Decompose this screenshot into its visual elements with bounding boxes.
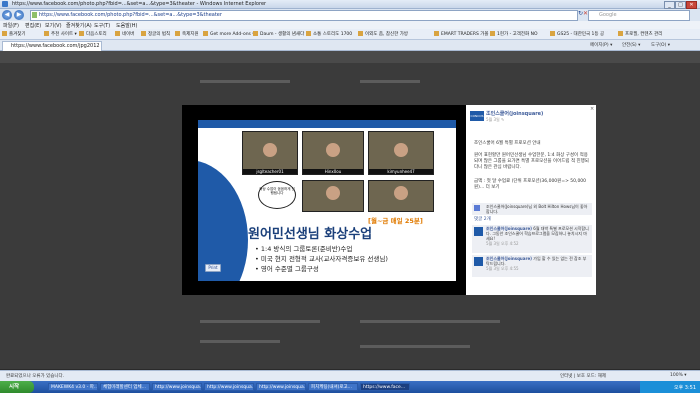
comment-item: 조인스쿨어(Joinsquare) 6월 대박 특별 프로모션 시작합니다. 그… xyxy=(472,225,592,253)
close-button[interactable]: ✕ xyxy=(686,1,697,9)
favorite-link[interactable]: 축제지원 xyxy=(175,31,199,37)
close-viewer-icon[interactable]: × xyxy=(590,106,594,112)
maximize-button[interactable]: □ xyxy=(675,1,686,9)
tools-menu[interactable]: 도구(O) ▾ xyxy=(651,42,670,48)
background-text xyxy=(360,80,420,83)
clock[interactable]: 오후 3:51 xyxy=(674,384,696,391)
page-avatar[interactable]: CONCOS xyxy=(470,111,484,121)
forward-button[interactable]: ▶ xyxy=(14,10,24,20)
page-name[interactable]: 조인스쿨어(joinsquare) xyxy=(486,110,543,117)
favorites-bar: 즐겨찾기 추천 사이트 ▾ 다음스토리 네이버 정글의 법칙 축제지원 Get … xyxy=(0,29,700,40)
lock-icon xyxy=(32,12,37,18)
comment-date[interactable]: 5월 3일 오후 4:52 xyxy=(486,241,519,246)
avatar[interactable] xyxy=(474,257,483,266)
page-menu[interactable]: 페이지(P) ▾ xyxy=(590,42,612,48)
search-input[interactable]: Google xyxy=(588,10,690,21)
address-url: https://www.facebook.com/photo.php?fbid=… xyxy=(39,12,222,18)
security-zone[interactable]: 인터넷 | 보호 모드: 해제 xyxy=(560,373,606,379)
menu-bar: 파일(F) 편집(E) 보기(V) 즐겨찾기(A) 도구(T) 도움말(H) xyxy=(0,21,700,29)
tab-facebook[interactable]: https://www.facebook.com/jpg2012 xyxy=(2,41,102,51)
menu-file[interactable]: 파일(F) xyxy=(3,22,19,29)
comment-count[interactable]: 댓글 2개 xyxy=(474,217,592,223)
slide-headline: 원어민선생님 화상수업 xyxy=(248,227,373,242)
comment-item: 조인스쿨어(Joinsquare) 가입 할 수 있는 없는 전 참조 부탁드립… xyxy=(472,255,592,277)
video-tile xyxy=(368,180,434,212)
favorite-link[interactable]: 추천 사이트 ▾ xyxy=(44,31,77,37)
taskbar-item[interactable]: http://www.joinsqua... xyxy=(152,383,202,391)
video-tile: jsglteacher01 xyxy=(242,131,298,175)
background-text xyxy=(200,80,290,83)
background-text xyxy=(360,320,500,323)
video-tile xyxy=(302,180,364,212)
slide-bullet: • 영어 수준별 그룹구성 xyxy=(255,265,319,273)
favorite-link[interactable]: Get more Add-ons ▾ xyxy=(203,31,255,37)
window-title: https://www.facebook.com/photo.php?fbid=… xyxy=(12,1,267,7)
post-title: 조인스쿨어 6월 특별 프로모션 안내 xyxy=(474,141,541,146)
taskbar-item[interactable]: http://www.joinsqua... xyxy=(204,383,254,391)
menu-tools[interactable]: 도구(T) xyxy=(94,22,110,29)
post-body: 원어 표현할만 원어민선생님 수업한문, 1:4 화상 구성이 적용되며 많은 … xyxy=(474,153,589,170)
star-icon xyxy=(2,31,7,36)
start-button[interactable]: 시작 xyxy=(0,381,34,393)
menu-favorites[interactable]: 즐겨찾기(A) xyxy=(66,22,92,29)
search-placeholder: Google xyxy=(599,12,617,18)
zoom-level[interactable]: 100% ▾ xyxy=(670,373,687,378)
facebook-header xyxy=(0,51,700,63)
status-bar: 완료되었으나 오류가 있습니다. 인터넷 | 보호 모드: 해제 100% ▾ xyxy=(0,370,700,381)
favorite-link[interactable]: 1현가 - 고객전화 NO xyxy=(490,31,538,37)
menu-edit[interactable]: 편집(E) xyxy=(25,22,41,29)
photo-details-panel: CONCOS 조인스쿨어(joinsquare) 5월 3일 ✎ 조인스쿨어 6… xyxy=(466,105,596,295)
back-button[interactable]: ◀ xyxy=(2,10,12,20)
likes-row[interactable]: 조인스쿨어(Joinsquare)님 외 Bolt Hilton Hows님이 … xyxy=(472,203,592,215)
taskbar-item[interactable]: 피치케팅(내셔)로고... xyxy=(308,383,358,391)
background-text xyxy=(200,320,320,323)
favorite-link[interactable]: 다음스토리 xyxy=(79,31,107,37)
taskbar-item[interactable]: http://www.joinsqua... xyxy=(256,383,306,391)
tab-label: https://www.facebook.com/jpg2012 xyxy=(11,43,100,49)
favorite-link[interactable]: 이외도 좀, 참신한 가방 xyxy=(358,31,408,37)
taskbar-item[interactable]: 체험미래할센터 업체... xyxy=(100,383,150,391)
slide-tagline: [월~금 매일 25분] xyxy=(368,217,423,225)
background-text xyxy=(200,340,280,343)
video-tile: Hinx0ou xyxy=(302,131,364,175)
menu-view[interactable]: 보기(V) xyxy=(45,22,62,29)
favorites-button[interactable]: 즐겨찾기 xyxy=(2,31,26,37)
address-bar[interactable]: https://www.facebook.com/photo.php?fbid=… xyxy=(30,10,578,21)
minimize-button[interactable]: _ xyxy=(664,1,675,9)
print-button[interactable]: Print xyxy=(205,264,221,272)
post-price: 금액 : 첫 달 수업료 (단위 프로모션(36,000원=> 50,000원)… xyxy=(474,179,587,190)
favorite-link[interactable]: GS25 - 대한민국 1등 공 xyxy=(550,31,604,37)
thumbs-up-icon xyxy=(474,205,480,211)
window-title-bar: https://www.facebook.com/photo.php?fbid=… xyxy=(0,0,700,9)
favorite-link[interactable]: 프로필, 컨텐츠 관리 xyxy=(618,31,662,37)
favorite-link[interactable]: 정글의 법칙 xyxy=(141,31,170,37)
slide-top-band xyxy=(198,120,456,128)
post-date[interactable]: 5월 3일 ✎ xyxy=(486,117,504,123)
taskbar-item[interactable]: MAKEWK4 v3.0 - 파... xyxy=(48,383,98,391)
favorite-link[interactable]: 네이버 xyxy=(115,31,134,37)
background-text xyxy=(360,345,470,348)
slide-bullet: • 1:4 방식의 그룹토론(준비반)수업 xyxy=(255,245,353,253)
ie-logo-icon xyxy=(2,1,8,7)
taskbar-item-active[interactable]: https://www.face... xyxy=(360,383,410,391)
speech-bubble: 화상 수업이 꼼꼼하게 진행됩니다 xyxy=(258,181,296,209)
favorite-link[interactable]: 소통 스토리도 1700 xyxy=(306,31,352,37)
avatar[interactable] xyxy=(474,227,483,236)
slide-bullet: • 미국 현지 전형적 교사(교사자격증보유 선생님) xyxy=(255,255,388,263)
safety-menu[interactable]: 안전(S) ▾ xyxy=(622,42,640,48)
comment-date[interactable]: 5월 3일 오후 4:55 xyxy=(486,266,519,271)
video-tile: kimyunhee47 xyxy=(368,131,434,175)
menu-help[interactable]: 도움말(H) xyxy=(116,22,137,29)
favorite-link[interactable]: EMART TRADERS 가볼 xyxy=(434,31,489,37)
status-text: 완료되었으나 오류가 있습니다. xyxy=(6,374,65,379)
favorite-link[interactable]: Daum - 생활의 냄새다 xyxy=(253,31,304,37)
